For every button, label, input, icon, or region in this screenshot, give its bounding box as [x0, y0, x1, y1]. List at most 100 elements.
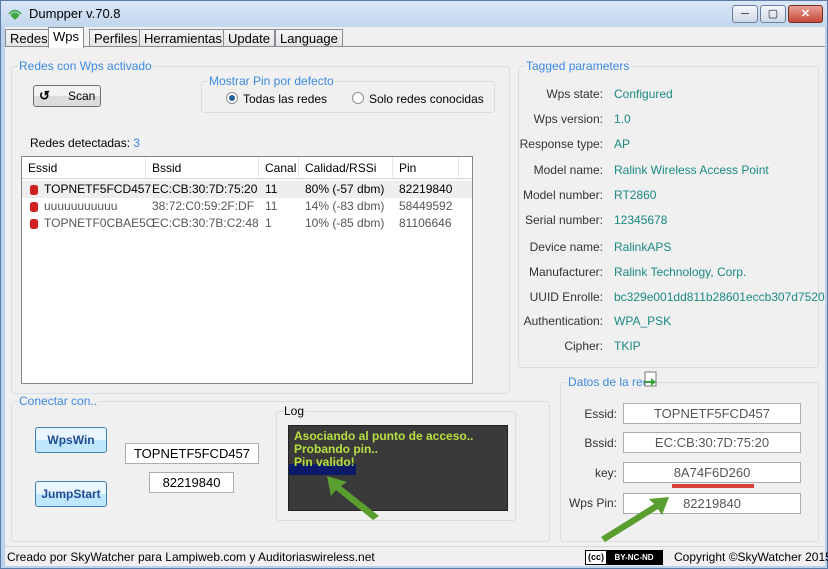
param-value: TKIP [614, 339, 641, 353]
jumpstart-button[interactable]: JumpStart [35, 481, 107, 507]
wps-networks-group-label: Redes con Wps activado [18, 59, 153, 73]
tagged-parameters-label: Tagged parameters [525, 59, 631, 73]
status-copyright: Copyright ©SkyWatcher 2015 [674, 550, 828, 564]
tab-language[interactable]: Language [275, 29, 343, 47]
table-row[interactable]: TOPNETF0CBAE5C EC:CB:30:7B:C2:48 1 10% (… [22, 215, 472, 232]
detected-text: Redes detectadas: [30, 136, 131, 150]
arrow-icon [327, 476, 379, 520]
log-line: Probando pin.. [294, 442, 378, 456]
network-icon [30, 202, 38, 212]
table-row[interactable]: uuuuuuuuuuu 38:72:C0:59:2F:DF 11 14% (-8… [22, 198, 472, 215]
col-calidad[interactable]: Calidad/RSSi [299, 157, 393, 179]
param-value: RT2860 [614, 188, 657, 202]
datos-essid-field[interactable]: TOPNETF5FCD457 [623, 403, 801, 424]
row-essid: TOPNETF0CBAE5C [44, 216, 155, 230]
close-button[interactable]: ✕ [788, 5, 823, 23]
col-bssid[interactable]: Bssid [146, 157, 259, 179]
network-data-label: Datos de la red [567, 375, 651, 389]
key-highlight [672, 484, 754, 488]
connect-group-label: Conectar con.. [18, 394, 99, 408]
param-value: AP [614, 137, 631, 151]
tab-redes[interactable]: Redes [5, 29, 53, 47]
datos-bssid-field[interactable]: EC:CB:30:7D:75:20 [623, 432, 801, 453]
datos-bssid-label: Bssid: [584, 436, 617, 450]
param-key: Device name: [529, 240, 603, 254]
row-bssid: 38:72:C0:59:2F:DF [152, 199, 255, 213]
row-essid: uuuuuuuuuuu [44, 199, 118, 213]
radio-todas-las-redes[interactable] [226, 92, 238, 104]
log-group-label: Log [283, 404, 306, 418]
tab-wps[interactable]: Wps [48, 27, 84, 48]
scan-button-label: Scan [68, 89, 96, 103]
status-bar: Creado por SkyWatcher para Lampiweb.com … [5, 546, 828, 566]
export-icon[interactable] [642, 371, 660, 389]
datos-essid-label: Essid: [584, 407, 617, 421]
status-credits: Creado por SkyWatcher para Lampiweb.com … [7, 550, 375, 564]
param-key: Model name: [533, 163, 603, 177]
row-calidad: 10% (-85 dbm) [305, 216, 385, 230]
detected-label: Redes detectadas: 3 [29, 136, 142, 150]
cc-terms: BY-NC-ND [606, 551, 662, 564]
table-row[interactable]: TOPNETF5FCD457 EC:CB:30:7D:75:20 11 80% … [22, 181, 472, 198]
param-value: bc329e001dd811b28601eccb307d7520 [614, 290, 825, 304]
param-key: Wps version: [533, 112, 603, 126]
log-box[interactable]: Asociando al punto de acceso.. Probando … [288, 425, 508, 511]
param-key: UUID Enrolle: [529, 290, 603, 304]
connect-pin-field[interactable]: 82219840 [149, 472, 234, 493]
detected-count: 3 [133, 136, 141, 150]
network-icon [30, 185, 38, 195]
tab-herramientas[interactable]: Herramientas [139, 29, 228, 47]
title-bar[interactable]: Dumpper v.70.8 ─ ▢ ✕ [1, 1, 827, 27]
row-bssid: EC:CB:30:7D:75:20 [152, 182, 258, 196]
param-value: Ralink Wireless Access Point [614, 163, 769, 177]
tab-perfiles[interactable]: Perfiles [89, 29, 143, 47]
network-icon [30, 219, 38, 229]
row-canal: 11 [265, 199, 278, 213]
cc-license-badge[interactable]: (cc) BY-NC-ND [585, 550, 663, 565]
param-key: Cipher: [564, 339, 603, 353]
window-title: Dumpper v.70.8 [29, 6, 121, 21]
param-key: Authentication: [523, 314, 603, 328]
app-window: Dumpper v.70.8 ─ ▢ ✕ Redes Wps Perfiles … [0, 0, 828, 569]
param-value: 12345678 [614, 213, 668, 227]
minimize-button[interactable]: ─ [732, 5, 758, 23]
connect-essid-field[interactable]: TOPNETF5FCD457 [125, 443, 259, 464]
param-value: WPA_PSK [614, 314, 672, 328]
param-key: Serial number: [524, 213, 603, 227]
row-calidad: 80% (-57 dbm) [305, 182, 385, 196]
show-pin-group-label: Mostrar Pin por defecto [208, 74, 335, 88]
row-essid: TOPNETF5FCD457 [44, 182, 152, 196]
param-key: Manufacturer: [528, 265, 603, 279]
row-bssid: EC:CB:30:7B:C2:48 [152, 216, 259, 230]
list-header: Essid Bssid Canal Calidad/RSSi Pin [22, 157, 472, 179]
wpswin-button[interactable]: WpsWin [35, 427, 107, 453]
tab-strip: Redes Wps Perfiles Herramientas Update L… [5, 27, 825, 48]
param-value: RalinkAPS [614, 240, 672, 254]
param-value: Configured [614, 87, 673, 101]
scan-button[interactable]: ↺ Scan [33, 85, 101, 107]
row-calidad: 14% (-83 dbm) [305, 199, 385, 213]
client-area: Redes Wps Perfiles Herramientas Update L… [5, 27, 828, 566]
arrow-icon [601, 497, 669, 542]
wps-tab-page: Redes con Wps activado ↺ Scan Mostrar Pi… [5, 46, 825, 546]
row-canal: 1 [265, 216, 272, 230]
col-canal[interactable]: Canal [259, 157, 299, 179]
datos-key-label: key: [594, 466, 617, 480]
row-canal: 11 [265, 182, 278, 196]
col-essid[interactable]: Essid [22, 157, 146, 179]
param-value: 1.0 [614, 112, 631, 126]
tab-update[interactable]: Update [223, 29, 275, 47]
wifi-icon [8, 9, 22, 20]
scan-icon: ↺ [39, 88, 50, 103]
networks-list[interactable]: Essid Bssid Canal Calidad/RSSi Pin TOPNE… [21, 156, 473, 384]
log-line: Pin valido! [294, 455, 355, 469]
radio-todas-label: Todas las redes [243, 92, 328, 106]
maximize-button[interactable]: ▢ [760, 5, 786, 23]
datos-key-field[interactable]: 8A74F6D260 [623, 462, 801, 483]
param-key: Wps state: [546, 87, 603, 101]
cc-logo: (cc) [586, 551, 606, 564]
log-line: Asociando al punto de acceso.. [294, 429, 474, 443]
param-key: Model number: [522, 188, 603, 202]
radio-solo-redes-conocidas[interactable] [352, 92, 364, 104]
param-key: Response type: [519, 137, 603, 151]
